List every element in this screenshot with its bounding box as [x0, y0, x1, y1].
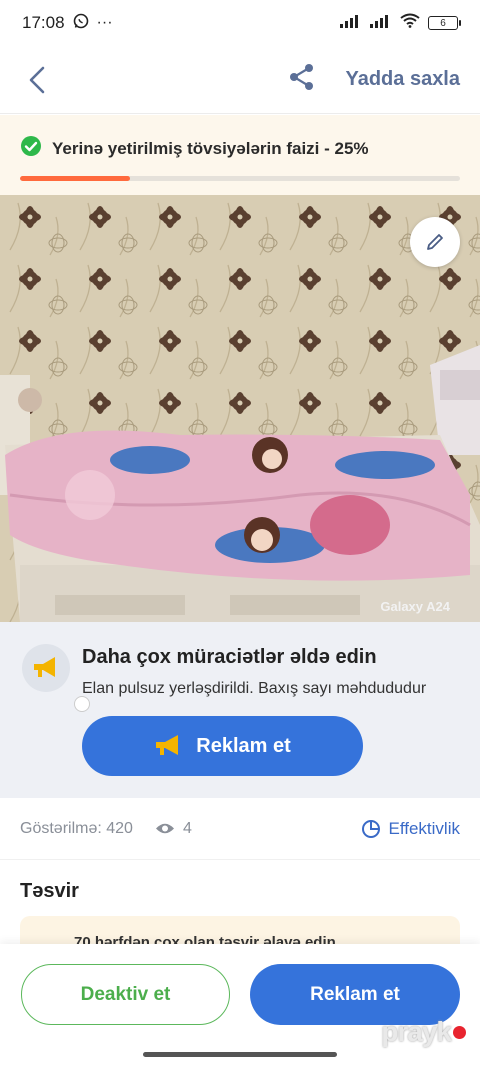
camera-watermark: Galaxy A24: [380, 599, 450, 614]
share-icon[interactable]: [289, 63, 315, 96]
advertise-button-label: Reklam et: [196, 734, 291, 757]
watermark-dot: [453, 1025, 466, 1039]
progress-bar: [20, 176, 460, 181]
status-time: 17:08: [22, 13, 65, 32]
recommendations-progress[interactable]: Yerinə yetirilmiş tövsiyələrin faizi - 2…: [0, 115, 480, 195]
watermark-logo: prayk: [381, 1016, 466, 1048]
verified-badge-icon: [74, 696, 90, 712]
watermark-text: prayk: [381, 1016, 452, 1047]
home-indicator[interactable]: [143, 1052, 337, 1057]
whatsapp-icon: [73, 13, 89, 34]
wifi-icon: [400, 13, 420, 33]
description-title: Təsvir: [20, 880, 79, 902]
pencil-icon: [427, 234, 443, 250]
battery-icon: 6: [428, 16, 461, 30]
check-circle-icon: [20, 135, 42, 162]
promo-avatar: [22, 644, 90, 712]
status-right: 6: [340, 13, 461, 33]
megaphone-icon: [34, 657, 55, 677]
deactivate-button[interactable]: Deaktiv et: [21, 964, 230, 1025]
views-count: 4: [155, 820, 192, 838]
eye-icon: [155, 823, 174, 834]
signal-2-icon: [370, 14, 392, 33]
header-actions: Yadda saxla: [289, 63, 460, 96]
progress-row: Yerinə yetirilmiş tövsiyələrin faizi - 2…: [20, 135, 460, 162]
edit-photo-button[interactable]: [410, 217, 460, 267]
advertise-button[interactable]: Reklam et: [82, 716, 363, 776]
promo-subtitle: Elan pulsuz yerləşdirildi. Baxış sayı mə…: [82, 680, 427, 697]
save-button[interactable]: Yadda saxla: [345, 68, 460, 91]
bottom-action-bar: Deaktiv et Reklam et prayk: [0, 944, 480, 1066]
top-app-bar: Yadda saxla: [0, 46, 480, 114]
more-dots-icon: ···: [96, 14, 113, 31]
signal-icon: [340, 14, 362, 33]
progress-text: Yerinə yetirilmiş tövsiyələrin faizi - 2…: [52, 138, 369, 158]
promo-title: Daha çox müraciətlər əldə edin: [82, 646, 377, 668]
chevron-left-icon: [29, 66, 45, 93]
effectiveness-label: Effektivlik: [388, 818, 461, 838]
pie-chart-icon: [361, 819, 380, 838]
status-left: 17:08 ···: [22, 13, 113, 34]
bed-photo-image: [0, 195, 480, 622]
status-bar: 17:08 ··· 6: [0, 0, 480, 46]
stats-row: Göstərilmə: 420 4 Effektivlik: [0, 798, 480, 860]
listing-photo[interactable]: Galaxy A24: [0, 195, 480, 622]
back-button[interactable]: [20, 63, 54, 97]
progress-fill: [20, 176, 130, 181]
views-value: 4: [182, 819, 192, 837]
promo-card: Daha çox müraciətlər əldə edin Elan puls…: [0, 622, 480, 798]
impressions-count: Göstərilmə: 420: [20, 819, 133, 837]
megaphone-icon: [156, 735, 179, 755]
effectiveness-link[interactable]: Effektivlik: [361, 818, 461, 839]
